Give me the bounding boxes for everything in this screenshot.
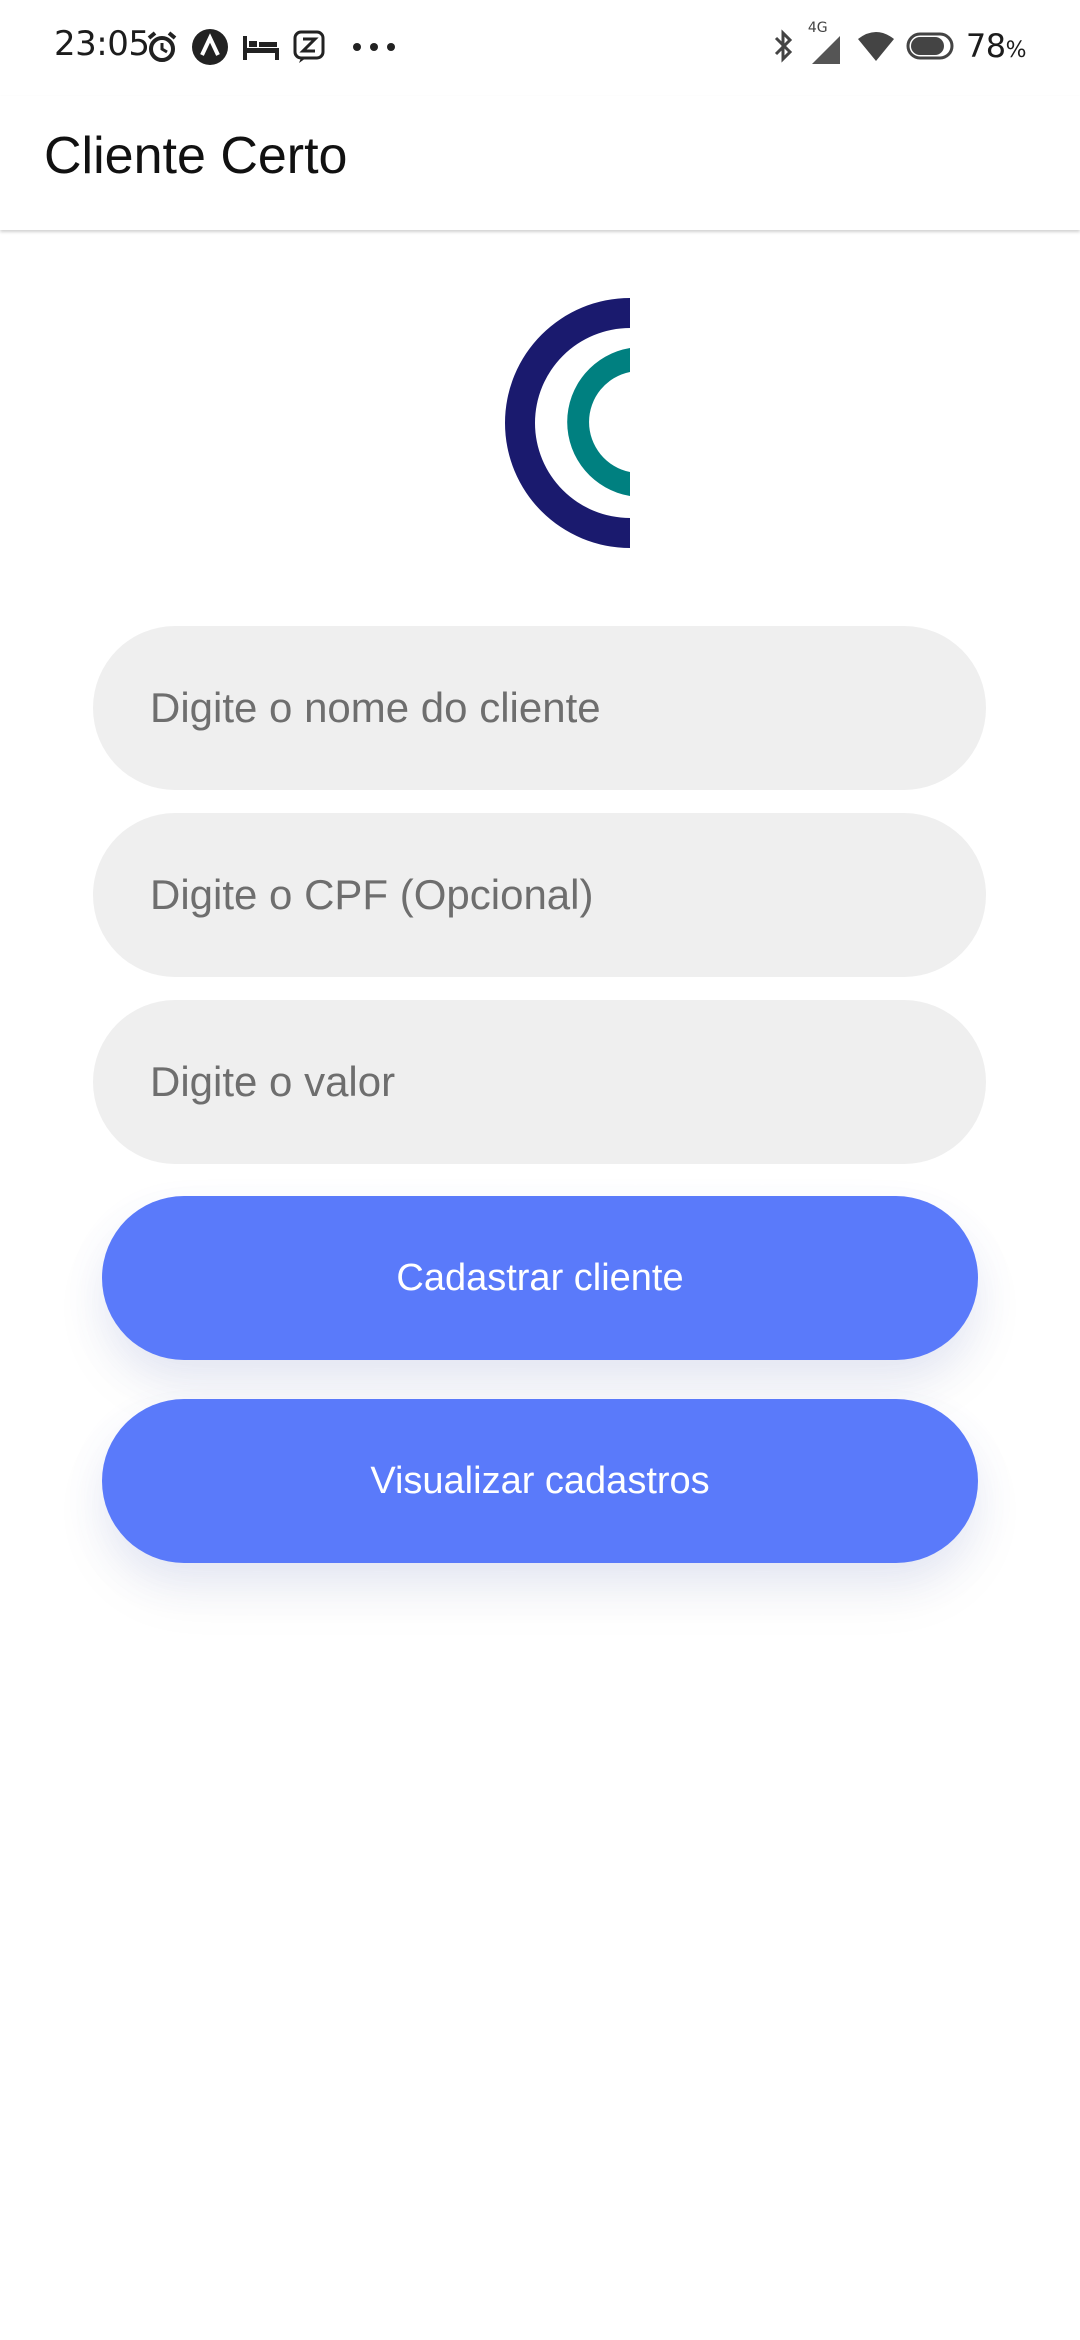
amount-input[interactable]	[148, 1057, 986, 1107]
cpf-input[interactable]	[148, 870, 986, 920]
wifi-icon	[857, 32, 894, 61]
app-bar: Cliente Certo	[0, 96, 1080, 230]
alarm-icon	[147, 31, 177, 62]
client-name-input[interactable]	[148, 683, 986, 733]
status-time: 23:05	[54, 24, 150, 64]
amount-field[interactable]	[93, 1000, 986, 1164]
battery-icon	[906, 32, 954, 60]
bluetooth-icon	[774, 29, 792, 63]
status-icons-left	[145, 28, 397, 66]
status-icons-right: 4G 78%	[772, 20, 1027, 66]
bed-icon	[243, 36, 279, 60]
battery-percentage: 78%	[965, 27, 1027, 65]
app-title: Cliente Certo	[44, 127, 348, 185]
register-client-button[interactable]: Cadastrar cliente	[102, 1196, 978, 1360]
client-name-field[interactable]	[93, 626, 986, 790]
app-logo	[505, 298, 630, 548]
more-dots-icon	[353, 43, 395, 51]
view-registrations-button[interactable]: Visualizar cadastros	[102, 1399, 978, 1563]
app-a-icon	[192, 29, 228, 65]
cpf-field[interactable]	[93, 813, 986, 977]
z-app-icon	[293, 30, 325, 63]
status-bar: 23:05 4G 78%	[0, 0, 1080, 96]
signal-icon: 4G	[806, 20, 846, 66]
